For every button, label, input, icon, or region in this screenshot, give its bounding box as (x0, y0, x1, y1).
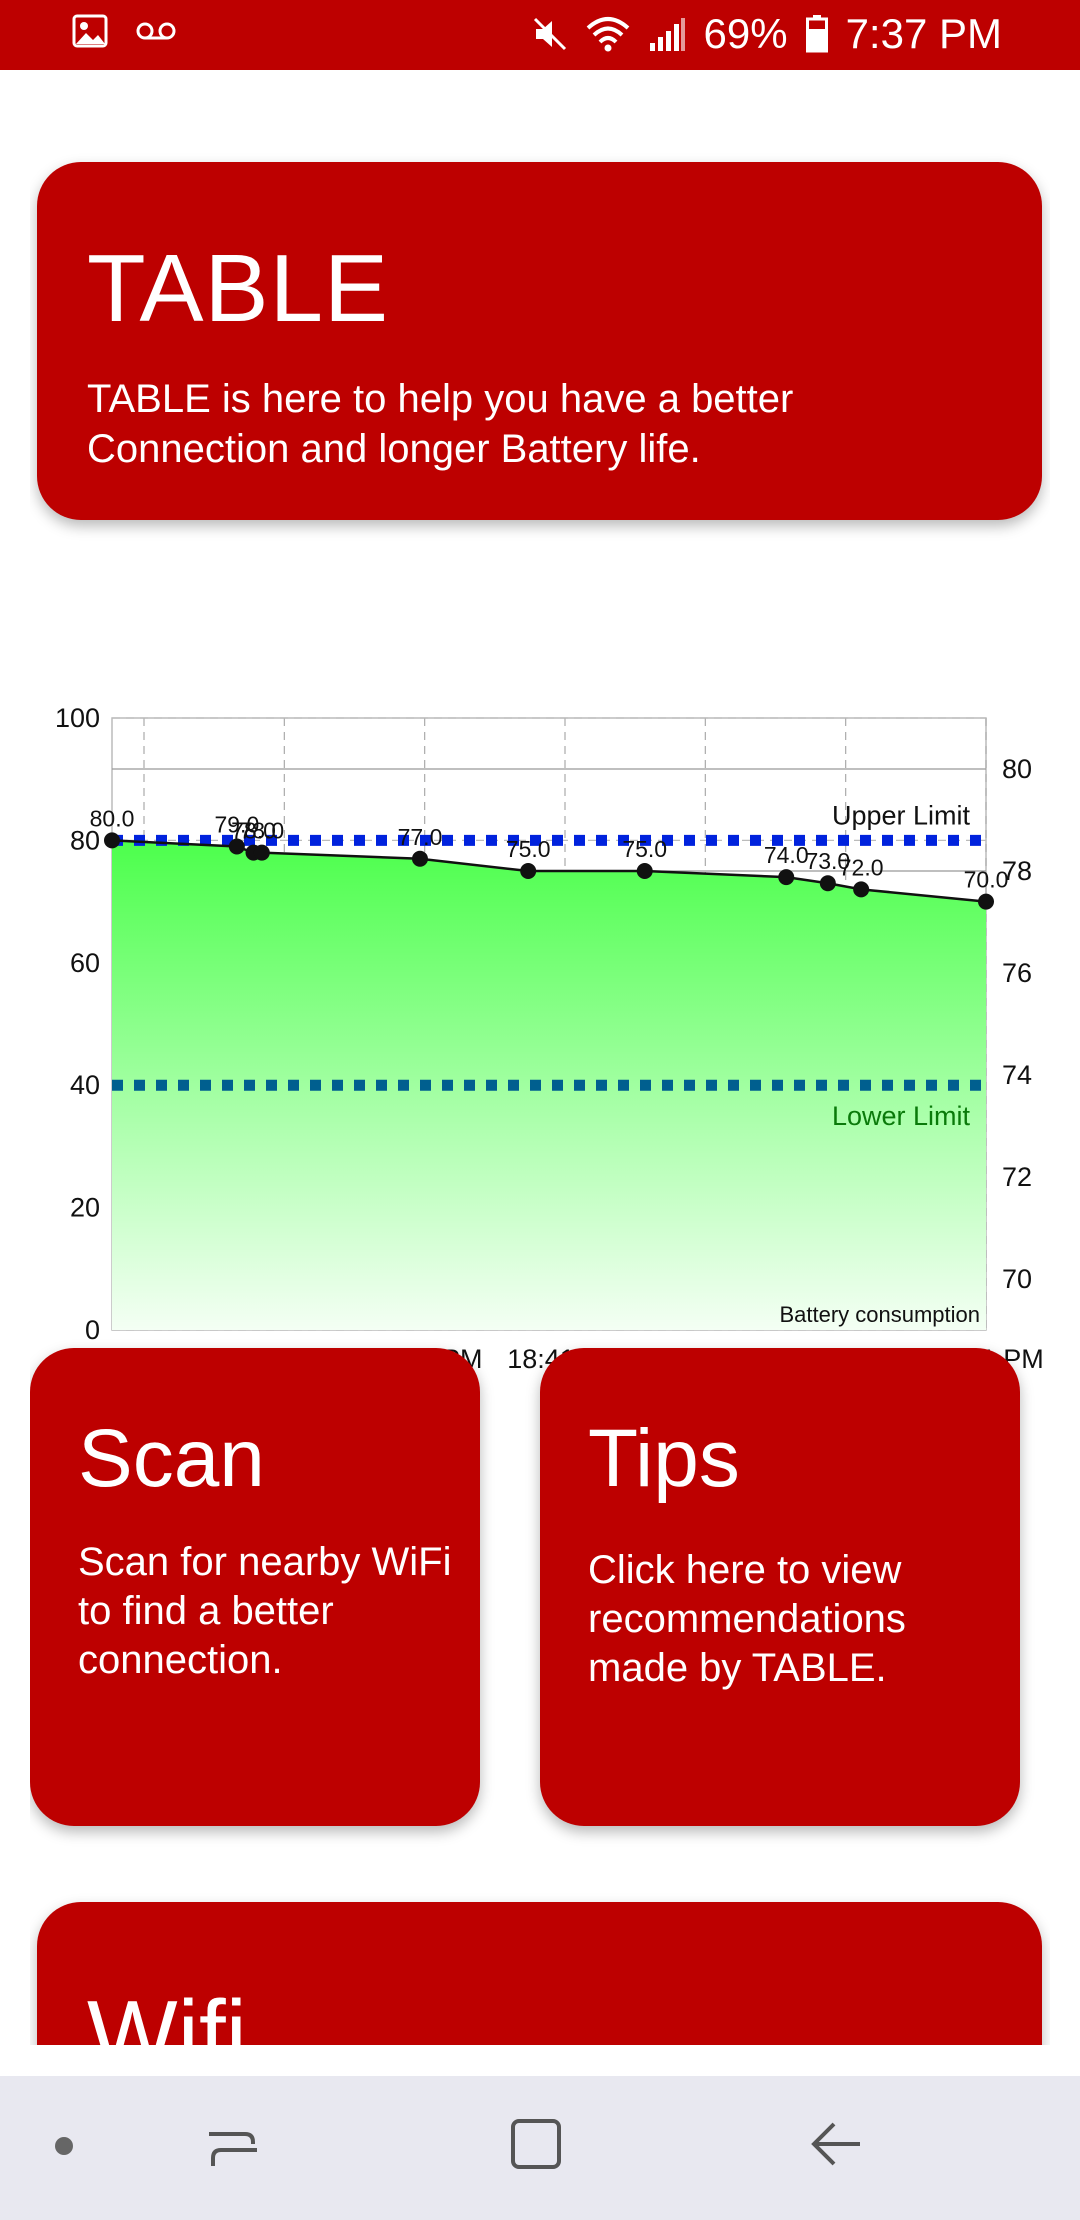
mute-icon (532, 16, 568, 52)
data-point (253, 844, 270, 861)
wifi-title: Wifi (87, 1981, 247, 2045)
data-point (778, 869, 795, 886)
y-right-tick-label: 78 (1002, 856, 1032, 886)
data-point (819, 875, 836, 892)
data-label: 78.0 (239, 818, 284, 844)
y-left-tick-label: 20 (70, 1193, 100, 1223)
tips-title: Tips (588, 1413, 740, 1504)
tips-card[interactable]: Tips Click here to view recommendations … (540, 1348, 1020, 1826)
scan-description: Scan for nearby WiFi to find a better co… (78, 1540, 452, 1682)
data-label: 72.0 (839, 854, 884, 880)
battery-chart: Upper LimitLower Limit80.0 79.078.078.0 77… (55, 703, 1044, 1414)
home-icon[interactable] (508, 2116, 564, 2177)
chart-description: Battery consumption (779, 1302, 980, 1327)
battery-icon (805, 15, 828, 53)
data-point (636, 863, 653, 879)
signal-icon (648, 17, 686, 51)
scan-title: Scan (78, 1413, 265, 1504)
data-point (104, 832, 120, 849)
y-left-tick-label: 100 (55, 703, 100, 733)
hero-description: TABLE is here to help you have a better … (87, 377, 794, 471)
data-label: 75.0 (506, 836, 551, 862)
recents-icon[interactable] (205, 2116, 261, 2177)
y-left-tick-label: 80 (70, 825, 100, 855)
back-icon[interactable] (808, 2116, 864, 2177)
y-right-tick-label: 72 (1002, 1162, 1032, 1192)
navigation-bar (0, 2076, 1080, 2220)
data-point (411, 850, 428, 867)
main-scroll-area[interactable]: TABLE TABLE is here to help you have a b… (30, 100, 1050, 2045)
y-left-tick-label: 40 (70, 1070, 100, 1100)
hero-title: TABLE (87, 235, 389, 342)
data-label: 75.0 (622, 836, 667, 862)
data-point (520, 863, 537, 879)
scan-card[interactable]: Scan Scan for nearby WiFi to find a bett… (30, 1348, 480, 1826)
table-info-card[interactable]: TABLE TABLE is here to help you have a b… (37, 162, 1042, 520)
lower-limit-label: Lower Limit (832, 1101, 971, 1131)
clock: 7:37 PM (845, 10, 1002, 57)
y-left-tick-label: 0 (85, 1315, 100, 1345)
wifi-icon (586, 16, 630, 52)
data-point (978, 893, 994, 910)
y-right-tick-label: 80 (1002, 754, 1032, 784)
data-label: 77.0 (398, 824, 443, 850)
upper-limit-label: Upper Limit (832, 800, 971, 830)
wifi-card[interactable]: Wifi (37, 1902, 1042, 2045)
y-right-tick-label: 76 (1002, 958, 1032, 988)
battery-area (112, 840, 986, 1330)
y-right-tick-label: 70 (1002, 1264, 1032, 1294)
voicemail-icon (136, 21, 176, 41)
status-bar: 69% 7:37 PM (0, 0, 1080, 70)
image-icon (72, 14, 108, 48)
y-right-tick-label: 74 (1002, 1060, 1032, 1090)
data-point (853, 881, 870, 898)
dot-icon[interactable] (52, 2134, 76, 2163)
data-label: 74.0 (764, 842, 809, 868)
tips-description: Click here to view recommendations made … (588, 1548, 906, 1690)
battery-percent: 69% (703, 10, 788, 57)
y-left-tick-label: 60 (70, 948, 100, 978)
